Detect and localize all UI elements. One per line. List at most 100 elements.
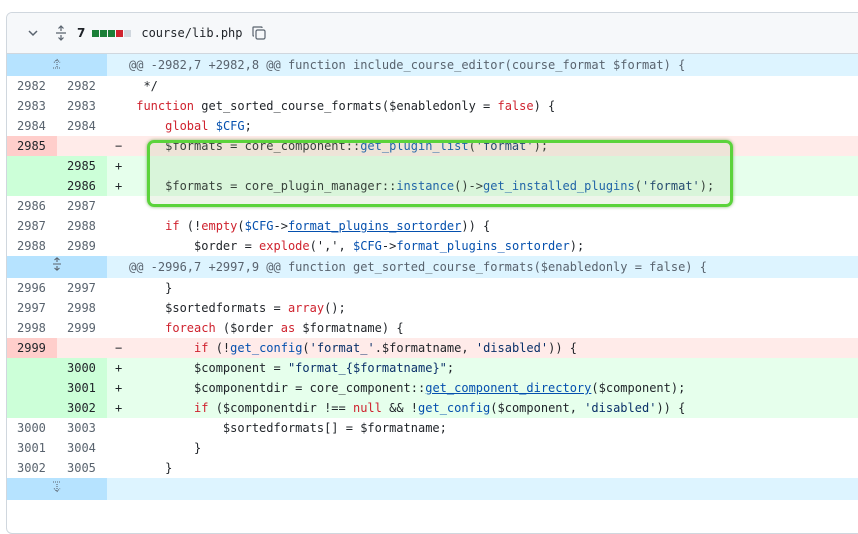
new-line-number[interactable]: 3002: [57, 398, 107, 418]
added-line: 2986 + $formats = core_plugin_manager::in…: [7, 176, 858, 196]
copy-icon[interactable]: [251, 25, 267, 41]
code-line: foreach ($order as $formatname) {: [129, 318, 858, 338]
old-line-number[interactable]: 3001: [7, 438, 57, 458]
code-token: (!: [208, 341, 231, 355]
old-line-number[interactable]: 2998: [7, 318, 57, 338]
new-line-number[interactable]: 2982: [57, 76, 107, 96]
diff-sign: +: [107, 176, 129, 196]
code-token: format_plugins_sortorder: [287, 219, 462, 233]
code-line: $component = "format_{$formatname}";: [129, 358, 858, 378]
code-token: if: [194, 341, 209, 355]
old-line-number[interactable]: [7, 176, 57, 196]
diff-sign: +: [107, 156, 129, 176]
new-line-number[interactable]: 2998: [57, 298, 107, 318]
code-line: if ($componentdir !== null && !get_confi…: [129, 398, 858, 418]
code-token: $CFG: [352, 239, 382, 253]
file-header: 7 course/lib.php: [7, 13, 858, 54]
new-line-number[interactable]: [57, 136, 107, 156]
new-line-number[interactable]: 3005: [57, 458, 107, 478]
code-token: (',',: [309, 239, 353, 253]
diff-table: @@ -2982,7 +2982,8 @@ function include_c…: [7, 54, 858, 500]
new-line-number[interactable]: 2983: [57, 96, 107, 116]
expand-both-icon[interactable]: [7, 256, 107, 278]
old-line-number[interactable]: 2986: [7, 196, 57, 216]
new-line-number[interactable]: 2989: [57, 236, 107, 256]
new-line-number[interactable]: 2999: [57, 318, 107, 338]
code-token: null: [352, 401, 382, 415]
old-line-number[interactable]: [7, 156, 57, 176]
old-line-number[interactable]: 3000: [7, 418, 57, 438]
new-line-number[interactable]: 2988: [57, 216, 107, 236]
code-token: ($order: [215, 321, 281, 335]
new-line-number[interactable]: 3001: [57, 378, 107, 398]
context-line: 3002 3005 }: [7, 458, 858, 478]
expand-up-icon[interactable]: [7, 54, 107, 76]
code-line: if (!get_config('format_'.$formatname, '…: [129, 338, 858, 358]
new-line-number[interactable]: 2987: [57, 196, 107, 216]
new-line-number[interactable]: 3004: [57, 438, 107, 458]
old-line-number[interactable]: 2983: [7, 96, 57, 116]
old-line-number[interactable]: 2996: [7, 278, 57, 298]
old-line-number[interactable]: [7, 398, 57, 418]
old-line-number[interactable]: 2984: [7, 116, 57, 136]
code-token: )) {: [548, 341, 577, 355]
code-token: .$formatname,: [374, 341, 476, 355]
old-line-number[interactable]: 2982: [7, 76, 57, 96]
added-line: 3000 + $component = "format_{$formatname}…: [7, 358, 858, 378]
new-line-number[interactable]: 3003: [57, 418, 107, 438]
diffstat-square: [108, 29, 116, 37]
diff-sign: [107, 458, 129, 478]
new-line-number[interactable]: 3000: [57, 358, 107, 378]
chevron-down-icon[interactable]: [25, 27, 41, 39]
old-line-number[interactable]: 2985: [7, 136, 57, 156]
new-line-number[interactable]: 2986: [57, 176, 107, 196]
new-line-number[interactable]: 2985: [57, 156, 107, 176]
code-token: ;: [244, 119, 252, 133]
code-token: $formats = core_component::: [129, 139, 361, 153]
old-line-number[interactable]: 3002: [7, 458, 57, 478]
context-line: 2997 2998 $sortedformats = array();: [7, 298, 858, 318]
code-token: ($componentdir !==: [208, 401, 353, 415]
code-line: global $CFG;: [129, 116, 858, 136]
code-token: }: [129, 281, 173, 295]
diff-sign: +: [107, 378, 129, 398]
diffstat-square: [100, 29, 108, 37]
old-line-number[interactable]: 2999: [7, 338, 57, 358]
deleted-line: 2999 − if (!get_config('format_'.$formatn…: [7, 338, 858, 358]
code-token: if: [194, 401, 209, 415]
diffstat-square: [124, 29, 132, 37]
context-line: 2996 2997 }: [7, 278, 858, 298]
file-path[interactable]: course/lib.php: [141, 26, 242, 40]
diff-sign: [107, 76, 129, 96]
code-token: get_installed_plugins: [483, 179, 635, 193]
old-line-number[interactable]: [7, 358, 57, 378]
code-token: if: [165, 219, 180, 233]
code-token: ($component);: [591, 381, 686, 395]
old-line-number[interactable]: 2987: [7, 216, 57, 236]
code-token: get_config: [230, 341, 303, 355]
code-token: ;: [446, 361, 455, 375]
hunk-header: @@ -2982,7 +2982,8 @@ function include_c…: [7, 54, 858, 76]
code-token: */: [129, 79, 158, 93]
new-line-number[interactable]: 2984: [57, 116, 107, 136]
old-line-number[interactable]: [7, 378, 57, 398]
code-token: function: [136, 99, 195, 113]
old-line-number[interactable]: 2988: [7, 236, 57, 256]
code-token: $componentdir = core_component::: [129, 381, 426, 395]
code-token: get_plugin_list: [360, 139, 469, 153]
code-token: }: [129, 441, 202, 455]
diff-sign: −: [107, 136, 129, 156]
new-line-number[interactable]: 2997: [57, 278, 107, 298]
code-token: $formatname) {: [295, 321, 404, 335]
code-token: empty: [201, 219, 238, 233]
changes-count: 7: [77, 26, 86, 40]
expand-all-icon[interactable]: [53, 25, 69, 41]
expand-down-icon[interactable]: [7, 478, 107, 500]
code-token: $CFG: [244, 219, 274, 233]
code-token: instance: [396, 179, 455, 193]
new-line-number[interactable]: [57, 338, 107, 358]
code-token: 'format': [475, 139, 534, 153]
old-line-number[interactable]: 2997: [7, 298, 57, 318]
